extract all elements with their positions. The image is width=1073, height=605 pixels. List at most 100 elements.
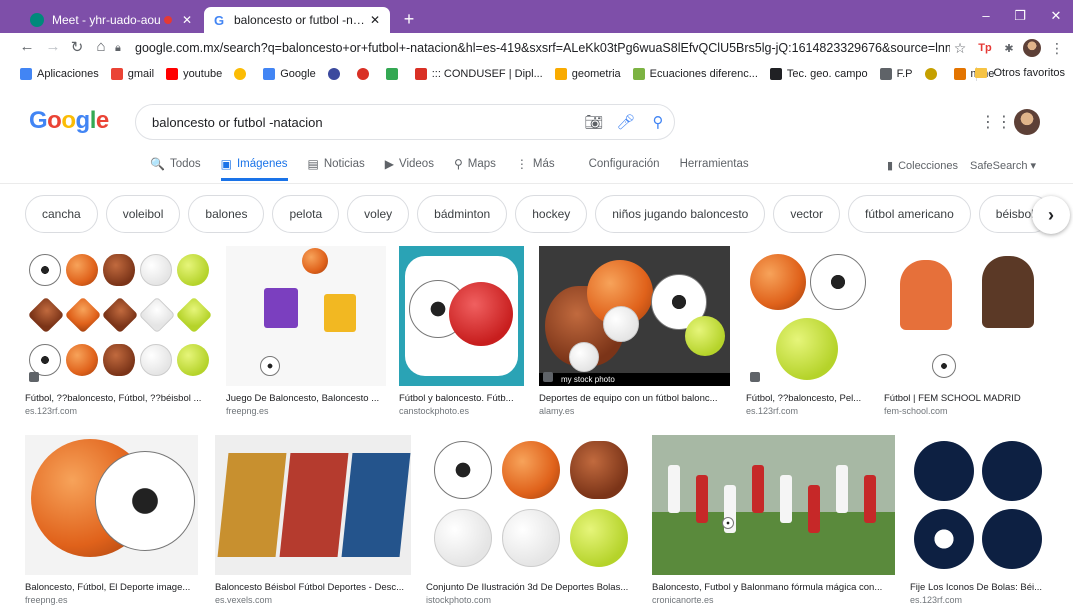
result-source[interactable]: es.vexels.com xyxy=(215,595,411,605)
home-button[interactable]: ⌂ xyxy=(92,38,110,55)
lock-icon[interactable]: 🔒︎ xyxy=(115,42,135,55)
bookmark-item[interactable]: Google xyxy=(263,68,316,80)
bookmark-item[interactable] xyxy=(234,68,251,80)
result-caption[interactable]: Deportes de equipo con un fútbol balonc.… xyxy=(539,393,730,404)
image-result[interactable]: Conjunto De Ilustración 3d De Deportes B… xyxy=(426,435,637,605)
browser-tab-meet[interactable]: Meet - yhr-uado-aou ✕ xyxy=(22,7,202,33)
profile-avatar[interactable] xyxy=(1023,39,1041,57)
minimize-button[interactable]: – xyxy=(976,8,996,23)
result-thumbnail[interactable] xyxy=(426,435,637,575)
bookmark-item[interactable]: Tec. geo. campo xyxy=(769,68,868,80)
result-source[interactable]: istockphoto.com xyxy=(426,595,637,605)
result-source[interactable]: es.123rf.com xyxy=(25,406,212,416)
url-text[interactable]: google.com.mx/search?q=baloncesto+or+fut… xyxy=(135,41,950,55)
reload-button[interactable]: ↻ xyxy=(68,38,86,56)
bookmark-item[interactable] xyxy=(327,68,345,80)
result-caption[interactable]: Conjunto De Ilustración 3d De Deportes B… xyxy=(426,582,637,593)
bookmark-item[interactable]: F.P xyxy=(879,68,913,80)
chip-5[interactable]: bádminton xyxy=(417,195,508,233)
bookmark-item[interactable]: gmail xyxy=(110,68,154,80)
chip-7[interactable]: niños jugando baloncesto xyxy=(595,195,766,233)
safesearch-dropdown[interactable]: SafeSearch ▾ xyxy=(970,159,1036,172)
result-caption[interactable]: Baloncesto, Fútbol, El Deporte image... xyxy=(25,582,198,593)
result-thumbnail[interactable] xyxy=(884,246,1048,386)
chip-0[interactable]: cancha xyxy=(25,195,98,233)
microphone-icon[interactable]: 🎤︎ xyxy=(610,113,642,131)
image-result[interactable]: Fije Los Iconos De Bolas: Béi... es.123rf… xyxy=(910,435,1048,605)
image-result[interactable]: Baloncesto Béisbol Fútbol Deportes - Des… xyxy=(215,435,411,605)
chip-4[interactable]: voley xyxy=(347,195,410,233)
result-caption[interactable]: Baloncesto, Futbol y Balonmano fórmula m… xyxy=(652,582,895,593)
address-bar[interactable]: 🔒︎ google.com.mx/search?q=baloncesto+or+… xyxy=(115,37,970,59)
tab-todos[interactable]: 🔍 Todos xyxy=(150,157,201,181)
browser-tab-search[interactable]: G baloncesto or futbol -natacion - ✕ xyxy=(204,7,390,33)
maximize-button[interactable]: ❐ xyxy=(1010,8,1030,24)
tab-maps[interactable]: ⚲ Maps xyxy=(454,157,496,181)
result-caption[interactable]: Fútbol, ??baloncesto, Fútbol, ??béisbol … xyxy=(25,393,212,404)
result-caption[interactable]: Fútbol | FEM SCHOOL MADRID xyxy=(884,393,1048,404)
chip-6[interactable]: hockey xyxy=(515,195,588,233)
result-source[interactable]: canstockphoto.es xyxy=(399,406,524,416)
back-button[interactable]: ← xyxy=(18,38,36,55)
bookmark-item[interactable] xyxy=(385,68,403,80)
result-thumbnail[interactable] xyxy=(910,435,1048,575)
tab-configuracin[interactable]: Configuración xyxy=(589,157,660,181)
tab-videos[interactable]: ▶ Videos xyxy=(385,157,434,181)
chip-8[interactable]: vector xyxy=(773,195,841,233)
tab-herramientas[interactable]: Herramientas xyxy=(680,157,749,181)
bookmark-item[interactable]: ::: CONDUSEF | Dipl... xyxy=(414,68,543,80)
result-caption[interactable]: Fije Los Iconos De Bolas: Béi... xyxy=(910,582,1048,593)
image-result[interactable]: Fútbol | FEM SCHOOL MADRID fem-school.com xyxy=(884,246,1048,416)
close-tab-icon[interactable]: ✕ xyxy=(180,13,194,27)
bookmark-item[interactable] xyxy=(924,68,942,80)
bookmark-item[interactable]: Aplicaciones xyxy=(20,68,99,80)
result-source[interactable]: es.123rf.com xyxy=(746,406,870,416)
collections-link[interactable]: ▮ Colecciones xyxy=(887,159,958,173)
google-logo[interactable]: Google xyxy=(29,107,109,135)
result-source[interactable]: freepng.es xyxy=(25,595,198,605)
search-input[interactable]: baloncesto or futbol -natacion xyxy=(152,115,578,130)
tab-ms[interactable]: ⋮ Más xyxy=(516,157,555,181)
chip-1[interactable]: voleibol xyxy=(105,195,181,233)
result-caption[interactable]: Juego De Baloncesto, Baloncesto ... xyxy=(226,393,386,404)
account-avatar[interactable] xyxy=(1014,109,1040,135)
forward-button[interactable]: → xyxy=(44,38,62,55)
result-caption[interactable]: Fútbol, ??baloncesto, Pel... xyxy=(746,393,870,404)
image-result[interactable]: my stock photo Deportes de equipo con un … xyxy=(539,246,730,416)
search-box[interactable]: baloncesto or futbol -natacion 📷︎ 🎤︎ ⚲ xyxy=(135,104,675,140)
image-result[interactable]: Fútbol, ??baloncesto, Fútbol, ??béisbol … xyxy=(25,246,212,416)
result-thumbnail[interactable] xyxy=(25,435,198,575)
search-icon[interactable]: ⚲ xyxy=(642,113,674,131)
result-caption[interactable]: Fútbol y baloncesto. Fútb... xyxy=(399,393,524,404)
chip-3[interactable]: pelota xyxy=(272,195,340,233)
result-source[interactable]: fem-school.com xyxy=(884,406,1048,416)
bookmark-item[interactable] xyxy=(356,68,374,80)
bookmark-star-icon[interactable]: ☆ xyxy=(950,40,970,57)
result-thumbnail[interactable] xyxy=(215,435,411,575)
result-thumbnail[interactable] xyxy=(226,246,386,386)
result-thumbnail[interactable]: my stock photo xyxy=(539,246,730,386)
image-result[interactable]: Baloncesto, Futbol y Balonmano fórmula m… xyxy=(652,435,895,605)
other-bookmarks[interactable]: Otros favoritos xyxy=(975,67,1065,79)
close-window-button[interactable]: ✕ xyxy=(1046,8,1066,24)
result-thumbnail[interactable] xyxy=(652,435,895,575)
browser-menu-icon[interactable]: ⋮ xyxy=(1048,39,1066,57)
result-thumbnail[interactable] xyxy=(746,246,870,386)
image-result[interactable]: Fútbol, ??baloncesto, Pel... es.123rf.com xyxy=(746,246,870,416)
bookmark-item[interactable]: youtube xyxy=(166,68,222,80)
new-tab-button[interactable]: + xyxy=(399,9,419,30)
bookmark-item[interactable]: geometria xyxy=(554,68,621,80)
bookmark-item[interactable]: Ecuaciones diferenc... xyxy=(632,68,758,80)
result-source[interactable]: alamy.es xyxy=(539,406,730,416)
result-source[interactable]: es.123rf.com xyxy=(910,595,1048,605)
camera-icon[interactable]: 📷︎ xyxy=(578,113,610,131)
image-result[interactable]: Fútbol y baloncesto. Fútb... canstockphot… xyxy=(399,246,524,416)
result-thumbnail[interactable] xyxy=(25,246,212,386)
chips-next-arrow-icon[interactable]: › xyxy=(1032,196,1070,234)
chip-9[interactable]: fútbol americano xyxy=(848,195,971,233)
chip-2[interactable]: balones xyxy=(188,195,265,233)
image-result[interactable]: Baloncesto, Fútbol, El Deporte image... f… xyxy=(25,435,198,605)
extensions-puzzle-icon[interactable]: ✱ xyxy=(1000,39,1018,57)
result-source[interactable]: cronicanorte.es xyxy=(652,595,895,605)
result-thumbnail[interactable] xyxy=(399,246,524,386)
